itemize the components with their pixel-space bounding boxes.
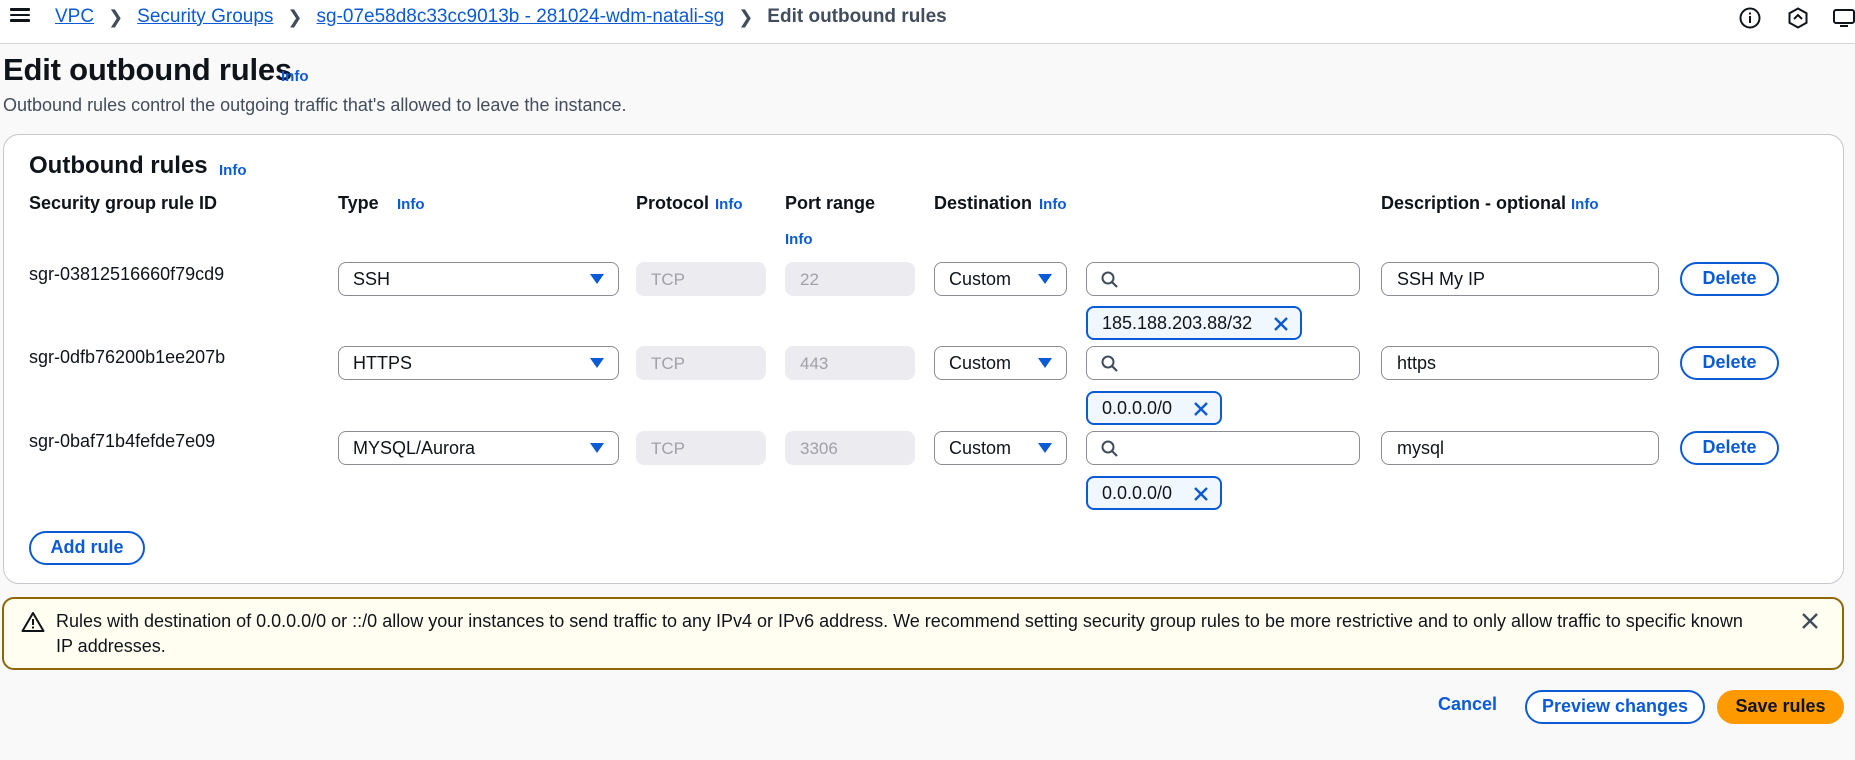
- info-circle-icon[interactable]: [1738, 6, 1762, 30]
- type-select[interactable]: SSH: [338, 262, 619, 296]
- column-header-type: Type: [338, 193, 379, 213]
- type-select-value: HTTPS: [353, 353, 413, 373]
- caret-down-icon: [1038, 358, 1052, 368]
- search-icon: [1101, 355, 1118, 372]
- destination-type-value: Custom: [949, 438, 1012, 458]
- page-title: Edit outbound rules: [3, 52, 292, 87]
- cidr-token-label: 0.0.0.0/0: [1102, 398, 1173, 418]
- close-icon[interactable]: [1192, 400, 1210, 418]
- caret-down-icon: [590, 443, 604, 453]
- destination-search-input[interactable]: [1086, 431, 1360, 465]
- cidr-token: 0.0.0.0/0: [1086, 391, 1222, 425]
- type-select[interactable]: HTTPS: [338, 346, 619, 380]
- search-icon: [1101, 440, 1118, 457]
- notifications-icon[interactable]: [1786, 6, 1810, 30]
- cidr-token-label: 185.188.203.88/32: [1102, 313, 1253, 333]
- destination-type-value: Custom: [949, 269, 1012, 289]
- warning-message: Rules with destination of 0.0.0.0/0 or :…: [56, 611, 1743, 656]
- search-icon: [1101, 271, 1118, 288]
- port-range-field: 3306: [785, 431, 915, 465]
- caret-down-icon: [1038, 274, 1052, 284]
- caret-down-icon: [590, 358, 604, 368]
- port-range-field: 443: [785, 346, 915, 380]
- delete-button[interactable]: Delete: [1680, 431, 1779, 465]
- type-info-link[interactable]: Info: [397, 196, 425, 213]
- destination-type-select[interactable]: Custom: [934, 262, 1067, 296]
- port-range-info-link[interactable]: Info: [785, 231, 813, 248]
- column-header-rule-id: Security group rule ID: [29, 193, 218, 213]
- breadcrumb-security-groups[interactable]: Security Groups: [137, 6, 273, 28]
- caret-down-icon: [1038, 443, 1052, 453]
- hamburger-menu-icon[interactable]: [10, 6, 32, 28]
- close-icon[interactable]: [1800, 611, 1820, 631]
- type-select-value: SSH: [353, 269, 391, 289]
- column-header-description: Description - optional: [1381, 193, 1567, 213]
- description-info-link[interactable]: Info: [1571, 196, 1599, 213]
- close-icon[interactable]: [1192, 485, 1210, 503]
- delete-button[interactable]: Delete: [1680, 262, 1779, 296]
- type-select-value: MYSQL/Aurora: [353, 438, 476, 458]
- breadcrumb: VPC ❯ Security Groups ❯ sg-07e58d8c33cc9…: [55, 6, 947, 28]
- protocol-field: TCP: [636, 346, 766, 380]
- page-info-link[interactable]: Info: [281, 68, 309, 85]
- breadcrumb-security-group[interactable]: sg-07e58d8c33cc9013b - 281024-wdm-natali…: [317, 6, 725, 28]
- caret-down-icon: [590, 274, 604, 284]
- rule-id: sgr-0dfb76200b1ee207b: [29, 347, 226, 367]
- type-select[interactable]: MYSQL/Aurora: [338, 431, 619, 465]
- cidr-token: 185.188.203.88/32: [1086, 306, 1302, 340]
- outbound-rules-panel: Outbound rules Info Security group rule …: [3, 134, 1844, 584]
- panel-title: Outbound rules: [29, 152, 208, 179]
- destination-search-input[interactable]: [1086, 262, 1360, 296]
- column-header-port-range: Port range: [785, 193, 876, 213]
- destination-info-link[interactable]: Info: [1039, 196, 1067, 213]
- description-input[interactable]: https: [1381, 346, 1659, 380]
- rule-id: sgr-0baf71b4fefde7e09: [29, 431, 216, 451]
- destination-search-input[interactable]: [1086, 346, 1360, 380]
- port-range-field: 22: [785, 262, 915, 296]
- delete-button[interactable]: Delete: [1680, 346, 1779, 380]
- preview-changes-button[interactable]: Preview changes: [1525, 690, 1705, 724]
- screen-icon[interactable]: [1832, 6, 1855, 30]
- cidr-token-label: 0.0.0.0/0: [1102, 483, 1173, 503]
- description-input[interactable]: SSH My IP: [1381, 262, 1659, 296]
- destination-type-select[interactable]: Custom: [934, 431, 1067, 465]
- save-rules-button[interactable]: Save rules: [1717, 690, 1844, 724]
- protocol-field: TCP: [636, 431, 766, 465]
- chevron-right-icon: ❯: [108, 6, 124, 27]
- rule-id: sgr-03812516660f79cd9: [29, 264, 225, 284]
- warning-icon: [21, 612, 45, 632]
- chevron-right-icon: ❯: [287, 6, 303, 27]
- protocol-field: TCP: [636, 262, 766, 296]
- close-icon[interactable]: [1272, 315, 1290, 333]
- cancel-button[interactable]: Cancel: [1438, 694, 1497, 715]
- panel-info-link[interactable]: Info: [219, 162, 247, 179]
- warning-alert: Rules with destination of 0.0.0.0/0 or :…: [2, 597, 1844, 670]
- breadcrumb-vpc[interactable]: VPC: [55, 6, 94, 28]
- add-rule-button[interactable]: Add rule: [29, 531, 145, 565]
- chevron-right-icon: ❯: [738, 6, 754, 27]
- breadcrumb-current: Edit outbound rules: [767, 6, 947, 27]
- cidr-token: 0.0.0.0/0: [1086, 476, 1222, 510]
- column-header-destination: Destination: [934, 193, 1033, 213]
- destination-type-value: Custom: [949, 353, 1012, 373]
- protocol-info-link[interactable]: Info: [715, 196, 743, 213]
- top-navigation-bar: VPC ❯ Security Groups ❯ sg-07e58d8c33cc9…: [0, 0, 1855, 44]
- page-description: Outbound rules control the outgoing traf…: [3, 95, 627, 115]
- column-header-protocol: Protocol: [636, 193, 710, 213]
- description-input[interactable]: mysql: [1381, 431, 1659, 465]
- destination-type-select[interactable]: Custom: [934, 346, 1067, 380]
